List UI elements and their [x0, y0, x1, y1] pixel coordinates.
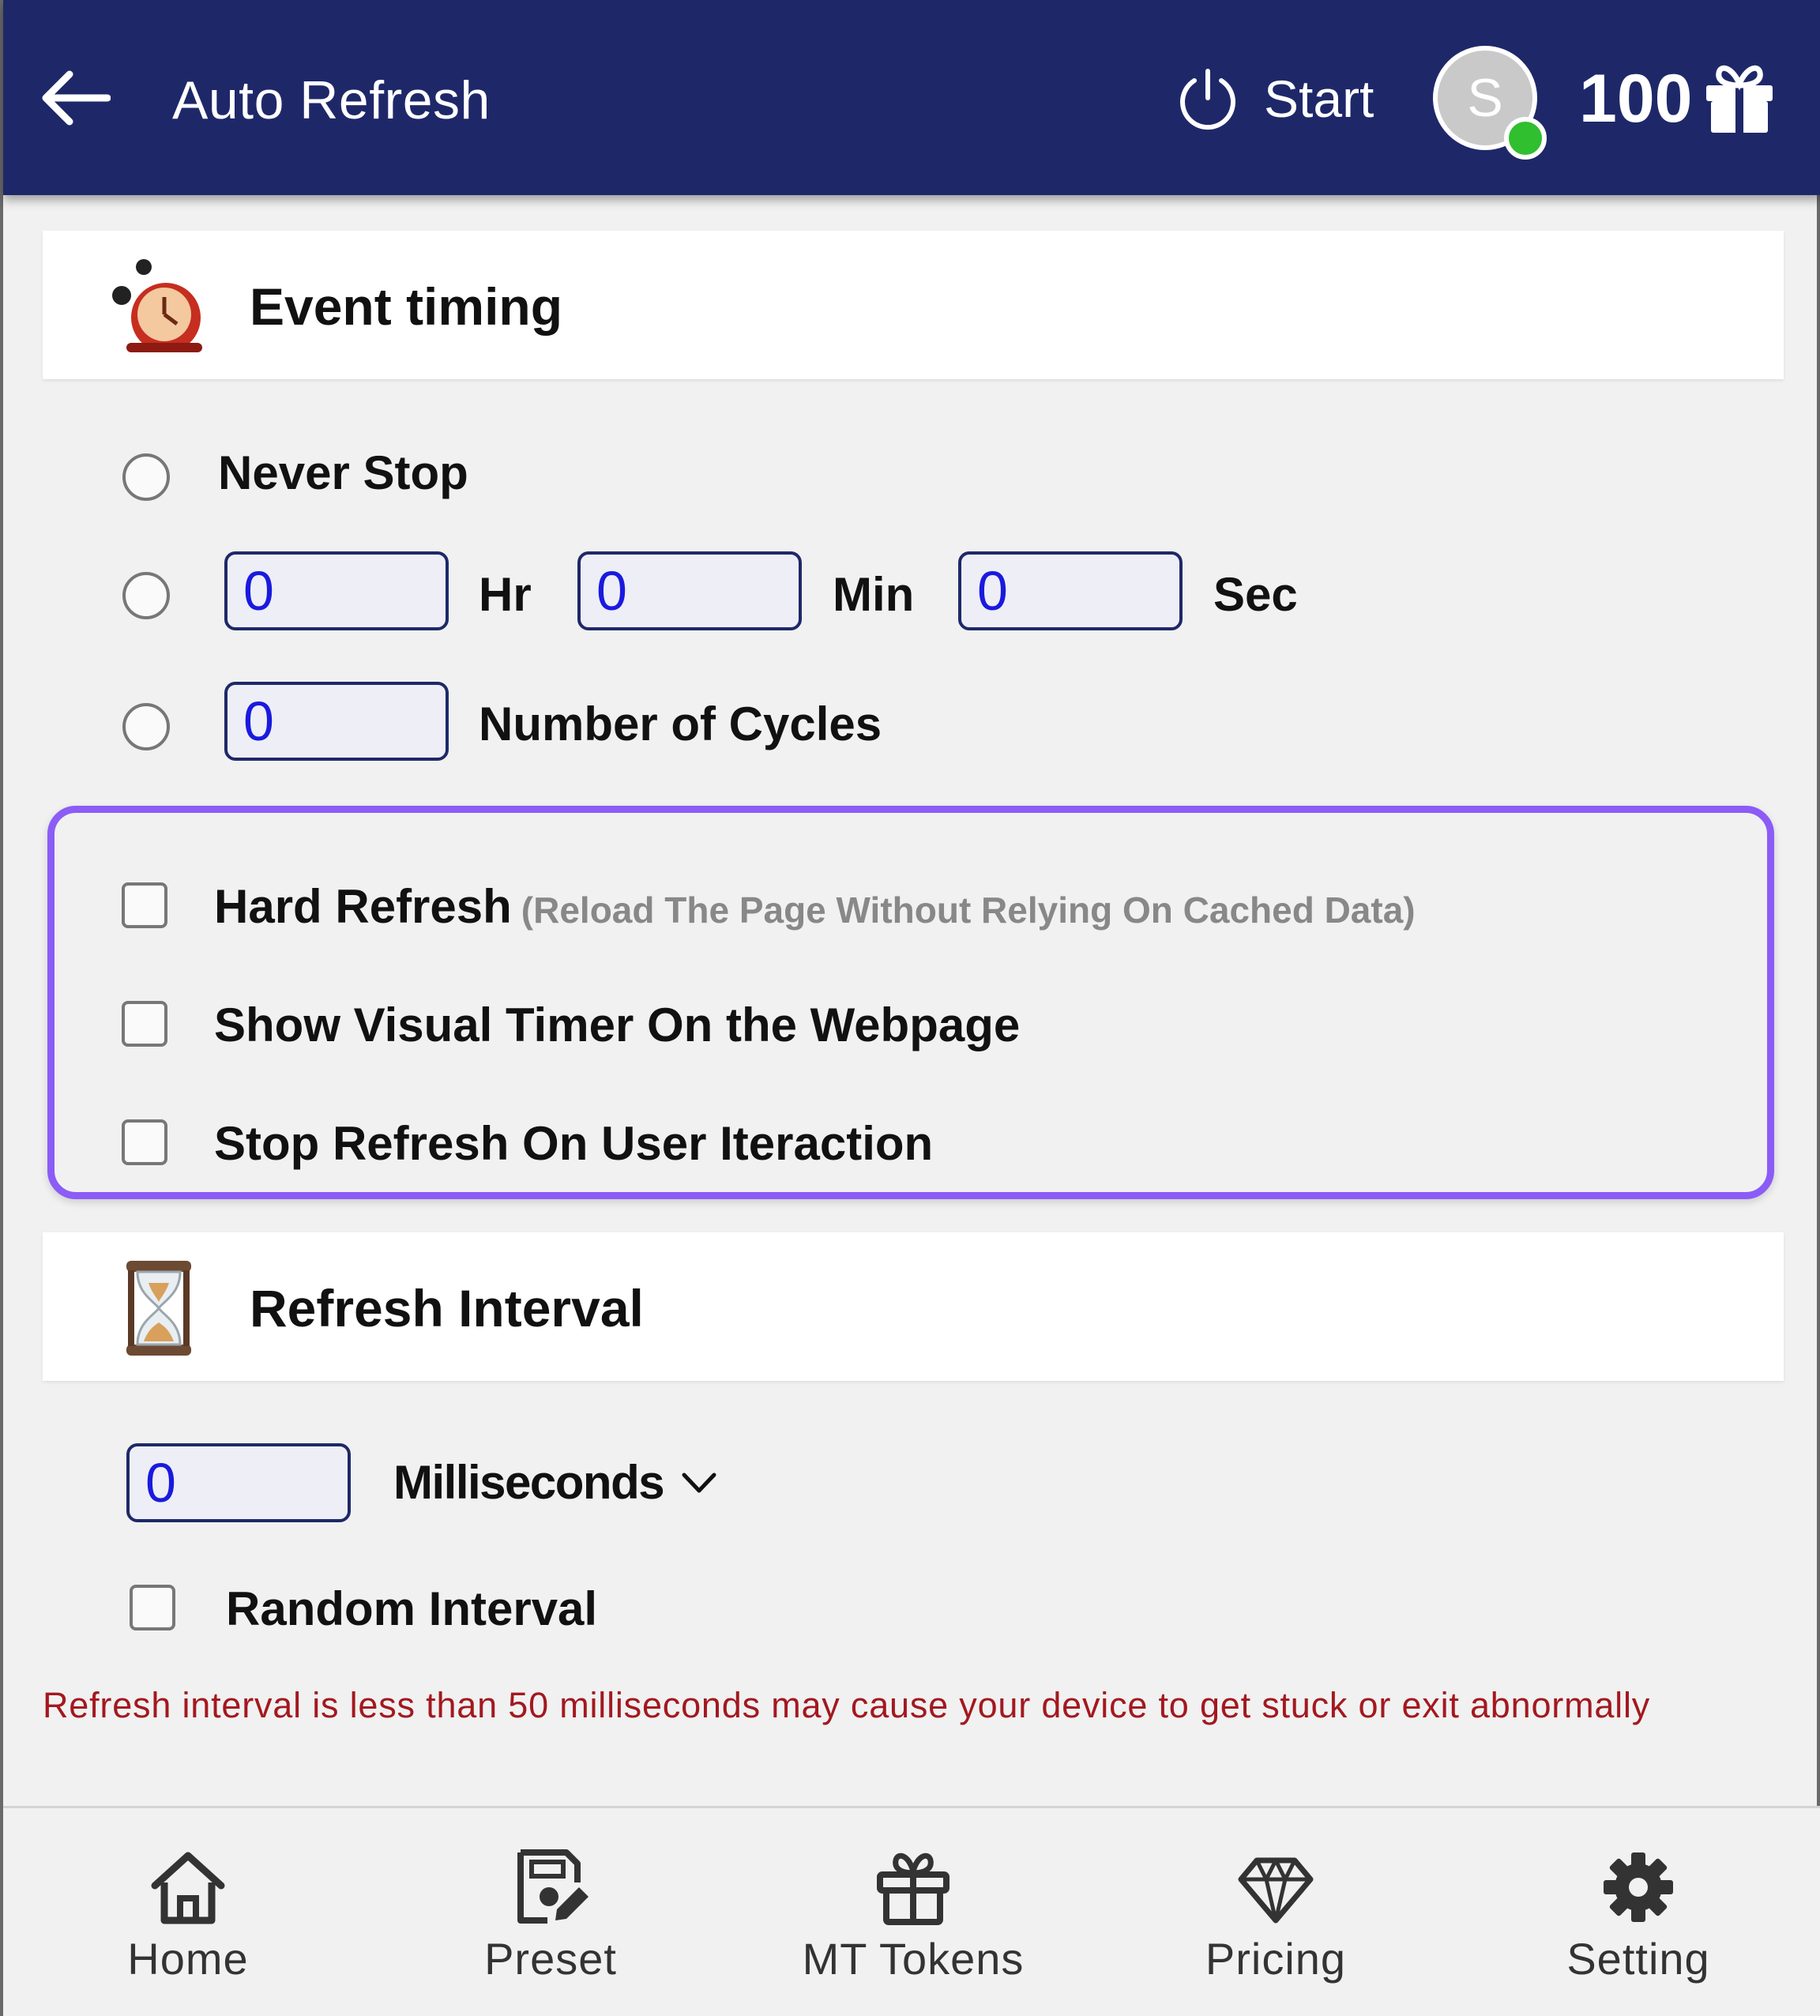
- nav-setting-label: Setting: [1566, 1934, 1710, 1984]
- hours-unit-label: Hr: [479, 568, 532, 621]
- nav-home-label: Home: [127, 1934, 249, 1984]
- app-header: Auto Refresh Start S 100: [3, 0, 1820, 195]
- interval-input[interactable]: [126, 1443, 351, 1522]
- nav-pricing[interactable]: Pricing: [1157, 1848, 1394, 1984]
- start-button[interactable]: Start: [1175, 63, 1374, 134]
- hourglass-icon: [126, 1261, 191, 1356]
- online-status-dot: [1504, 117, 1547, 160]
- nav-tokens[interactable]: MT Tokens: [795, 1848, 1032, 1984]
- interval-unit-label: Milliseconds: [393, 1456, 665, 1509]
- gear-icon: [1604, 1852, 1673, 1922]
- diamond-icon: [1238, 1857, 1314, 1924]
- random-interval-label: Random Interval: [226, 1582, 598, 1635]
- preset-icon: [517, 1849, 588, 1924]
- back-arrow-icon[interactable]: [39, 68, 111, 128]
- random-interval-checkbox[interactable]: [130, 1585, 175, 1630]
- bottom-nav: Home Preset MT Tokens Pricing Setting: [3, 1806, 1820, 2016]
- cycles-label: Number of Cycles: [479, 698, 882, 750]
- start-label: Start: [1264, 70, 1374, 128]
- alarm-clock-icon: [112, 259, 202, 352]
- power-icon: [1180, 69, 1235, 130]
- app-frame: Auto Refresh Start S 100 Event timing Ne…: [0, 0, 1820, 2016]
- event-timing-title: Event timing: [250, 277, 563, 336]
- stop-on-interaction-checkbox[interactable]: [122, 1119, 167, 1165]
- nav-preset-label: Preset: [484, 1934, 617, 1984]
- refresh-interval-header: Refresh Interval: [43, 1232, 1784, 1381]
- home-icon: [151, 1852, 225, 1924]
- seconds-unit-label: Sec: [1213, 568, 1298, 621]
- visual-timer-label: Show Visual Timer On the Webpage: [214, 999, 1021, 1051]
- event-timing-header: Event timing: [43, 231, 1784, 379]
- chevron-down-icon: [682, 1473, 716, 1492]
- interval-warning: Refresh interval is less than 50 millise…: [43, 1685, 1651, 1725]
- seconds-input[interactable]: [958, 551, 1183, 630]
- interval-unit-select[interactable]: Milliseconds: [393, 1455, 719, 1510]
- gift-icon: [877, 1852, 949, 1925]
- stop-on-interaction-label: Stop Refresh On User Iteraction: [214, 1117, 934, 1170]
- never-stop-radio[interactable]: [122, 453, 170, 501]
- page-title: Auto Refresh: [172, 70, 491, 130]
- hard-refresh-checkbox[interactable]: [122, 882, 167, 928]
- cycles-radio[interactable]: [122, 703, 170, 750]
- nav-tokens-label: MT Tokens: [802, 1934, 1025, 1984]
- never-stop-label: Never Stop: [218, 446, 468, 499]
- hours-input[interactable]: [224, 551, 449, 630]
- cycles-input[interactable]: [224, 682, 449, 761]
- nav-home[interactable]: Home: [70, 1848, 306, 1984]
- hard-refresh-label: Hard Refresh: [214, 880, 512, 933]
- refresh-interval-title: Refresh Interval: [250, 1279, 644, 1337]
- token-count: 100: [1579, 61, 1693, 137]
- gift-icon[interactable]: [1702, 62, 1777, 134]
- hard-refresh-hint: (Reload The Page Without Relying On Cach…: [521, 890, 1416, 931]
- nav-preset[interactable]: Preset: [432, 1848, 669, 1984]
- nav-setting[interactable]: Setting: [1520, 1848, 1757, 1984]
- minutes-input[interactable]: [577, 551, 802, 630]
- minutes-unit-label: Min: [833, 568, 915, 621]
- visual-timer-checkbox[interactable]: [122, 1001, 167, 1047]
- refresh-options-group: Hard Refresh (Reload The Page Without Rel…: [47, 806, 1774, 1199]
- hard-refresh-text: Hard Refresh (Reload The Page Without Rel…: [214, 879, 1416, 934]
- nav-pricing-label: Pricing: [1205, 1934, 1347, 1984]
- duration-radio[interactable]: [122, 572, 170, 619]
